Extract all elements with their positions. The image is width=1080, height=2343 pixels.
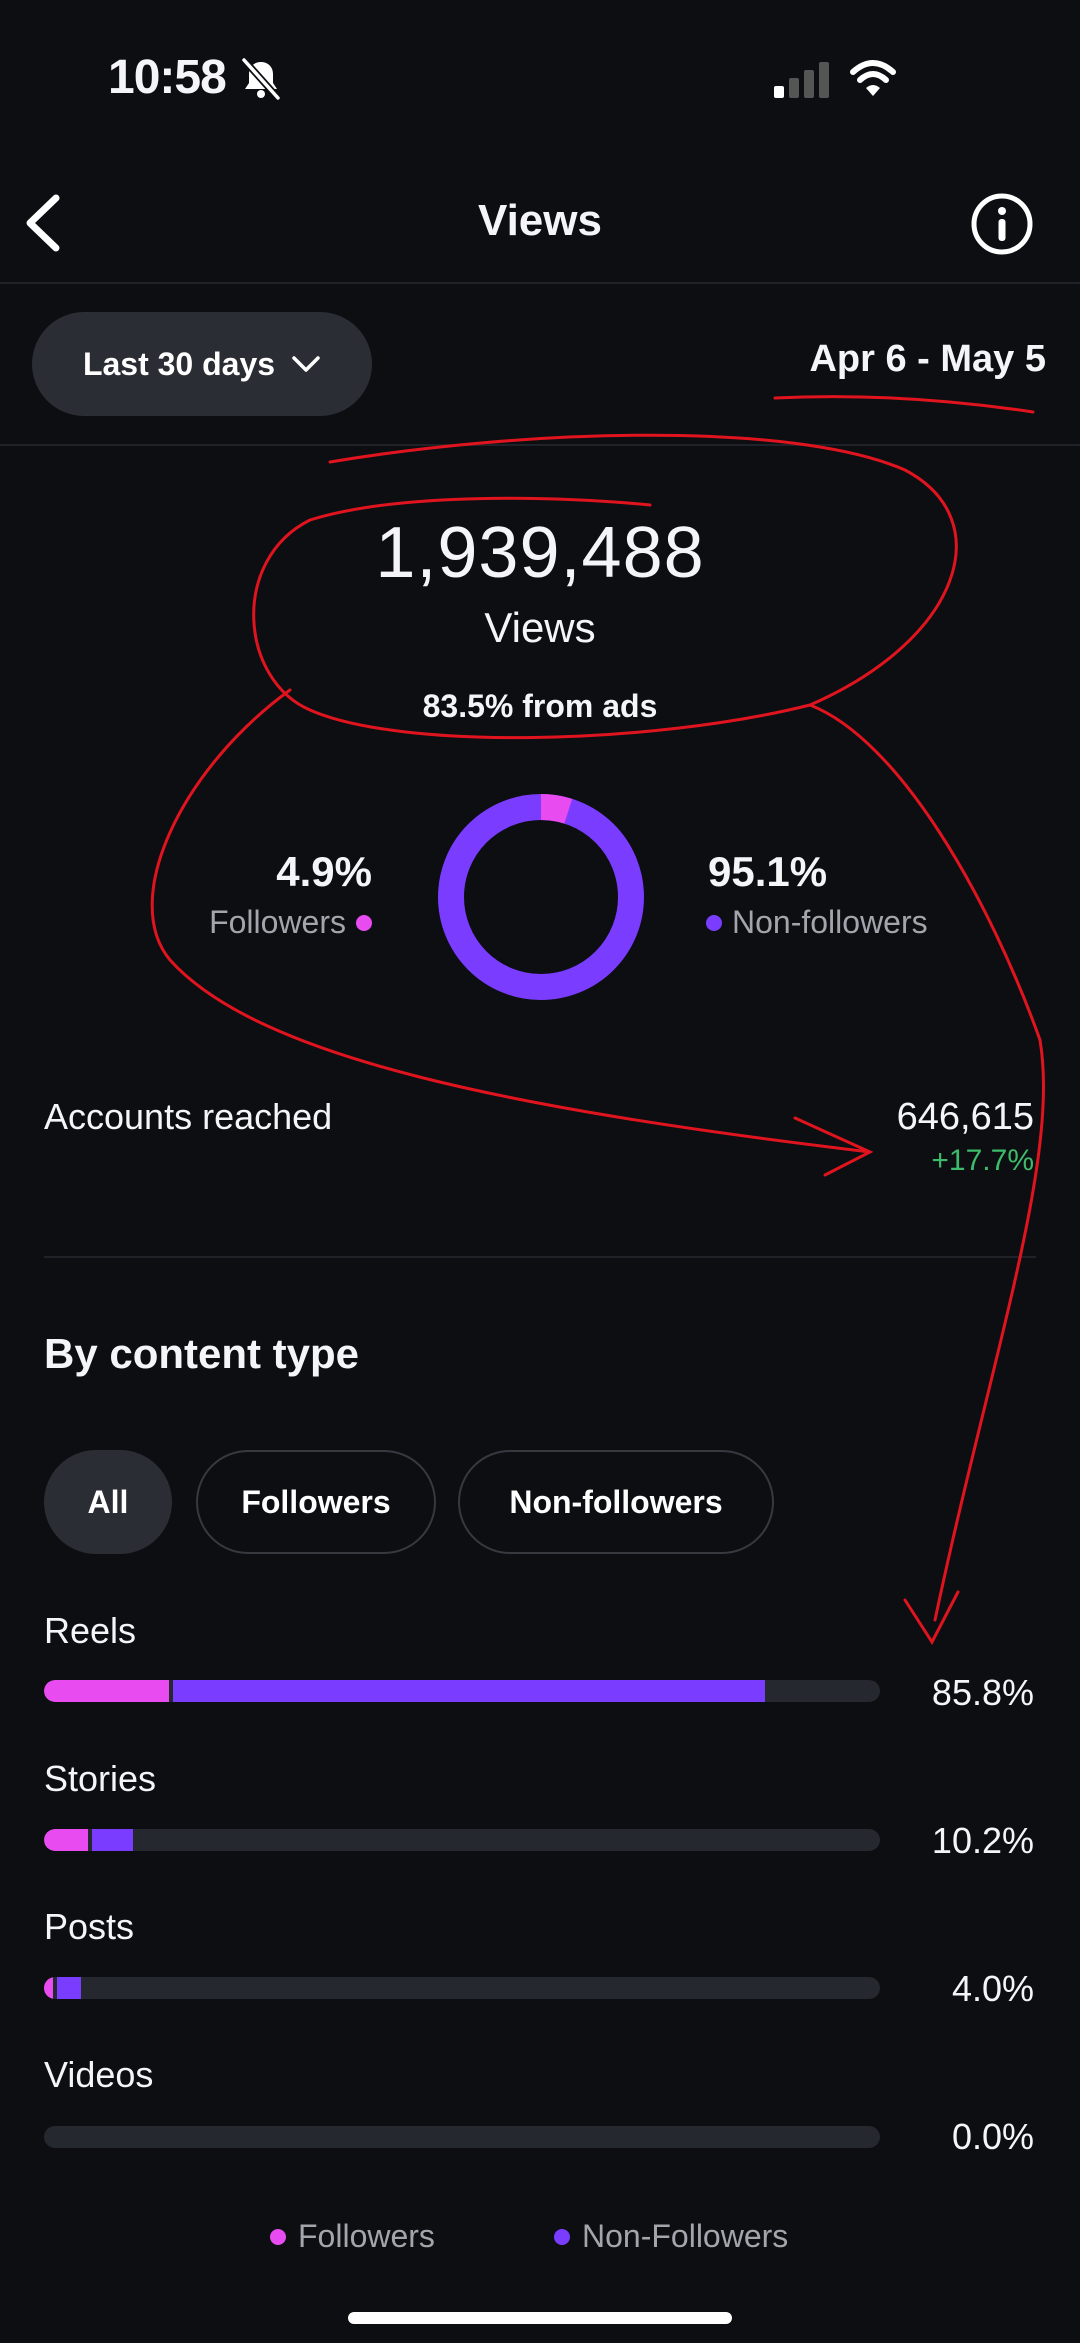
posts-nonfollowers-segment — [57, 1977, 81, 1999]
row-bar-videos — [44, 2126, 880, 2148]
date-range-dropdown-label: Last 30 days — [82, 345, 276, 382]
donut-nonfollowers-arc — [438, 794, 644, 1000]
signal-icon — [774, 62, 829, 98]
reels-followers-segment — [44, 1680, 169, 1702]
legend-followers-dot — [270, 2228, 286, 2245]
wifi-icon — [850, 60, 896, 96]
nonfollowers-legend-label: Non-followers — [732, 904, 928, 940]
chip-nonfollowers[interactable]: Non-followers — [458, 1450, 774, 1554]
row-bar-stories — [44, 1829, 880, 1851]
chip-all[interactable]: All — [44, 1450, 172, 1554]
legend-followers: Followers — [270, 2218, 435, 2255]
followers-percent: 4.9% — [276, 848, 372, 895]
accounts-reached-label: Accounts reached — [44, 1096, 333, 1137]
nonfollowers-legend: Non-followers — [706, 904, 928, 941]
filter-divider — [0, 444, 1080, 446]
accounts-reached-value: 646,615 — [896, 1096, 1034, 1138]
row-label-stories: Stories — [44, 1758, 157, 1799]
stories-nonfollowers-segment — [92, 1829, 133, 1851]
nav-divider — [0, 282, 1080, 284]
content-type-title: By content type — [44, 1330, 360, 1377]
row-bar-reels — [44, 1680, 880, 1702]
section-divider — [44, 1256, 1036, 1258]
annotation-arrowhead-right — [903, 1590, 960, 1645]
posts-followers-segment — [44, 1977, 53, 1999]
row-label-videos: Videos — [44, 2054, 154, 2095]
ads-note: 83.5% from ads — [422, 688, 658, 724]
nonfollowers-dot — [706, 914, 722, 931]
home-indicator — [348, 2312, 732, 2324]
followers-dot — [356, 914, 372, 931]
date-range-dropdown[interactable]: Last 30 days — [32, 312, 372, 416]
row-label-reels: Reels — [44, 1610, 137, 1651]
row-label-posts: Posts — [44, 1906, 135, 1947]
row-pct-reels: 85.8% — [931, 1672, 1034, 1713]
reels-nonfollowers-segment — [173, 1680, 765, 1702]
followers-legend-label: Followers — [209, 904, 346, 940]
views-total: 1,939,488 — [375, 513, 705, 593]
annotation-arrowhead-left — [793, 1116, 874, 1177]
followers-donut-chart — [438, 794, 644, 1000]
row-bar-posts — [44, 1977, 880, 1999]
bell-slash-icon — [241, 57, 281, 101]
date-range-text: Apr 6 - May 5 — [809, 338, 1046, 380]
page-title: Views — [478, 196, 602, 245]
row-pct-videos: 0.0% — [951, 2116, 1034, 2157]
views-label: Views — [484, 604, 596, 651]
legend-nonfollowers-label: Non-Followers — [582, 2218, 789, 2254]
annotation-underline — [773, 395, 1035, 414]
row-pct-posts: 4.0% — [951, 1968, 1034, 2009]
legend-nonfollowers-dot — [554, 2228, 570, 2245]
accounts-reached-delta: +17.7% — [931, 1144, 1034, 1177]
followers-legend: Followers — [209, 904, 372, 941]
row-pct-stories: 10.2% — [931, 1820, 1034, 1861]
stories-followers-segment — [44, 1829, 88, 1851]
chip-followers[interactable]: Followers — [196, 1450, 436, 1554]
status-time: 10:58 — [108, 51, 227, 104]
legend-followers-label: Followers — [298, 2218, 435, 2254]
legend-nonfollowers: Non-Followers — [554, 2218, 788, 2255]
info-icon[interactable] — [970, 192, 1034, 256]
nonfollowers-percent: 95.1% — [708, 848, 828, 895]
chevron-down-icon — [292, 356, 320, 372]
